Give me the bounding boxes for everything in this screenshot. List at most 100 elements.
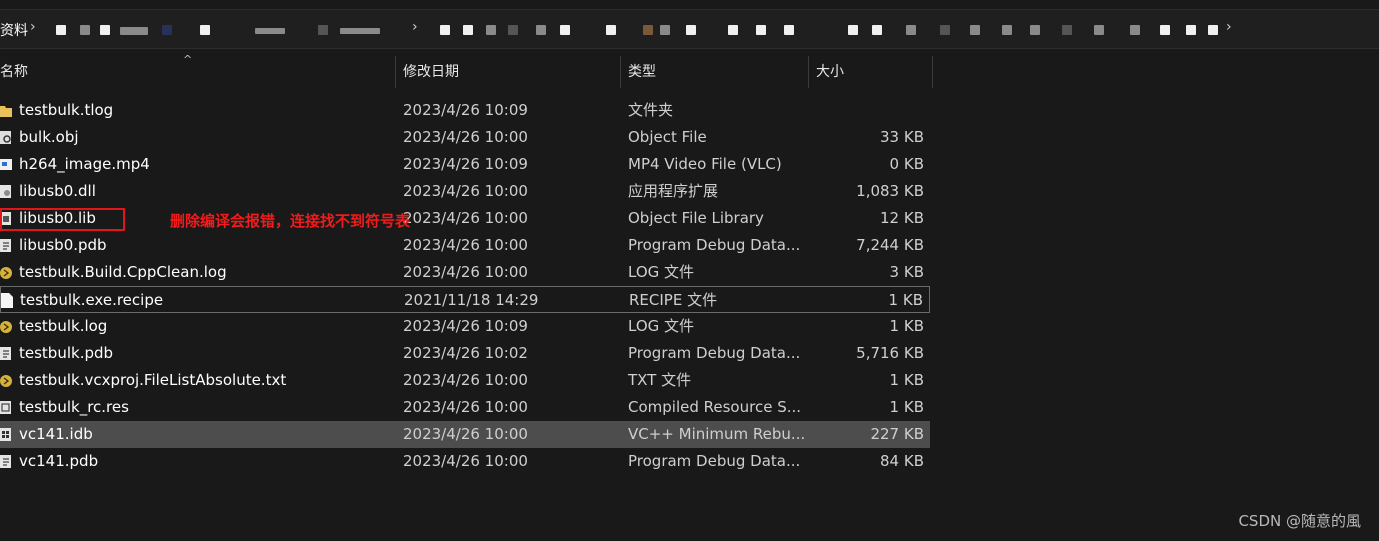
redacted-segment	[463, 25, 473, 35]
file-row[interactable]: testbulk.Build.CppClean.log 2023/4/26 10…	[0, 259, 930, 286]
file-type: LOG 文件	[628, 317, 695, 335]
file-type: TXT 文件	[628, 371, 692, 389]
redacted-segment	[1208, 25, 1218, 35]
file-size: 0 KB	[889, 155, 924, 173]
redacted-segment	[440, 25, 450, 35]
res-file-icon	[0, 401, 11, 414]
blank-file-icon	[1, 293, 13, 308]
file-name: testbulk.exe.recipe	[20, 291, 164, 309]
redacted-segment	[728, 25, 738, 35]
redacted-segment	[255, 28, 285, 34]
file-date: 2023/4/26 10:00	[403, 209, 528, 227]
file-size: 12 KB	[880, 209, 924, 227]
breadcrumb-root[interactable]: 资料	[0, 20, 28, 40]
watermark: CSDN @随意的風	[1238, 512, 1361, 530]
redacted-segment	[643, 25, 653, 35]
window-top-strip	[0, 0, 1379, 10]
file-type: RECIPE 文件	[629, 291, 718, 309]
column-header: ^ 名称 修改日期 类型 大小	[0, 53, 935, 88]
redacted-segment	[120, 27, 148, 35]
file-name: testbulk.log	[19, 317, 108, 335]
folder-icon	[0, 106, 12, 117]
redacted-segment	[340, 28, 380, 34]
file-name: testbulk.pdb	[19, 344, 114, 362]
redacted-segment	[508, 25, 518, 35]
file-row[interactable]: testbulk.vcxproj.FileListAbsolute.txt 20…	[0, 367, 930, 394]
file-date: 2023/4/26 10:00	[403, 398, 528, 416]
file-type: Program Debug Data...	[628, 452, 801, 470]
file-row[interactable]: vc141.idb 2023/4/26 10:00 VC++ Minimum R…	[0, 421, 930, 448]
file-type: 应用程序扩展	[628, 182, 719, 200]
file-size: 1 KB	[888, 291, 923, 309]
redacted-segment	[848, 25, 858, 35]
file-size: 3 KB	[889, 263, 924, 281]
file-type: MP4 Video File (VLC)	[628, 155, 782, 173]
file-row[interactable]: libusb0.pdb 2023/4/26 10:00 Program Debu…	[0, 232, 930, 259]
file-type: Object File	[628, 128, 707, 146]
redacted-segment	[1030, 25, 1040, 35]
sort-ascending-icon: ^	[183, 53, 193, 66]
redacted-segment	[940, 25, 950, 35]
chevron-right-icon: ›	[1226, 19, 1232, 35]
column-divider[interactable]	[808, 56, 809, 88]
file-name: testbulk_rc.res	[19, 398, 129, 416]
column-header-size[interactable]: 大小	[816, 56, 844, 88]
column-header-date[interactable]: 修改日期	[403, 56, 459, 88]
file-row[interactable]: testbulk.pdb 2023/4/26 10:02 Program Deb…	[0, 340, 930, 367]
file-type: Program Debug Data...	[628, 344, 801, 362]
file-size: 84 KB	[880, 452, 924, 470]
file-name: libusb0.pdb	[19, 236, 107, 254]
file-name: h264_image.mp4	[19, 155, 150, 173]
file-name: vc141.pdb	[19, 452, 99, 470]
redacted-segment	[536, 25, 546, 35]
file-size: 5,716 KB	[856, 344, 924, 362]
log-file-icon	[0, 321, 12, 333]
file-type: Compiled Resource S...	[628, 398, 802, 416]
redacted-segment	[1160, 25, 1170, 35]
log-file-icon	[0, 375, 12, 387]
file-date: 2023/4/26 10:00	[403, 371, 528, 389]
file-row[interactable]: testbulk.exe.recipe 2021/11/18 14:29 REC…	[0, 286, 930, 313]
breadcrumb[interactable]: 资料 › › ›	[0, 10, 1379, 49]
column-header-type[interactable]: 类型	[628, 56, 656, 88]
redacted-segment	[660, 25, 670, 35]
file-name: bulk.obj	[19, 128, 79, 146]
file-name: testbulk.tlog	[19, 101, 114, 119]
redacted-segment	[1130, 25, 1140, 35]
chevron-right-icon: ›	[30, 19, 36, 35]
redacted-segment	[1062, 25, 1072, 35]
pdb-file-icon	[0, 347, 11, 360]
redacted-segment	[686, 25, 696, 35]
file-date: 2023/4/26 10:09	[403, 155, 528, 173]
file-row[interactable]: vc141.pdb 2023/4/26 10:00 Program Debug …	[0, 448, 930, 475]
file-date: 2023/4/26 10:00	[403, 452, 528, 470]
file-row[interactable]: libusb0.dll 2023/4/26 10:00 应用程序扩展 1,083…	[0, 178, 930, 205]
file-size: 33 KB	[880, 128, 924, 146]
redacted-segment	[200, 25, 210, 35]
column-divider[interactable]	[932, 56, 933, 88]
redacted-segment	[784, 25, 794, 35]
file-row[interactable]: libusb0.lib 2023/4/26 10:00 Object File …	[0, 205, 930, 232]
file-name: testbulk.vcxproj.FileListAbsolute.txt	[19, 371, 287, 389]
file-row[interactable]: testbulk_rc.res 2023/4/26 10:00 Compiled…	[0, 394, 930, 421]
file-date: 2023/4/26 10:00	[403, 263, 528, 281]
redacted-segment	[318, 25, 328, 35]
file-name: libusb0.dll	[19, 182, 96, 200]
file-row[interactable]: testbulk.tlog 2023/4/26 10:09 文件夹	[0, 97, 930, 124]
redacted-segment	[1002, 25, 1012, 35]
file-name: vc141.idb	[19, 425, 93, 443]
file-date: 2023/4/26 10:00	[403, 182, 528, 200]
column-divider[interactable]	[395, 56, 396, 88]
redacted-segment	[606, 25, 616, 35]
file-row[interactable]: h264_image.mp4 2023/4/26 10:09 MP4 Video…	[0, 151, 930, 178]
file-size: 1 KB	[889, 317, 924, 335]
column-header-name[interactable]: 名称	[0, 56, 28, 88]
file-date: 2023/4/26 10:00	[403, 236, 528, 254]
file-size: 227 KB	[870, 425, 924, 443]
file-row[interactable]: bulk.obj 2023/4/26 10:00 Object File 33 …	[0, 124, 930, 151]
annotation-highlight-box	[0, 208, 125, 231]
file-size: 1 KB	[889, 398, 924, 416]
log-file-icon	[0, 267, 12, 279]
column-divider[interactable]	[620, 56, 621, 88]
file-row[interactable]: testbulk.log 2023/4/26 10:09 LOG 文件 1 KB	[0, 313, 930, 340]
